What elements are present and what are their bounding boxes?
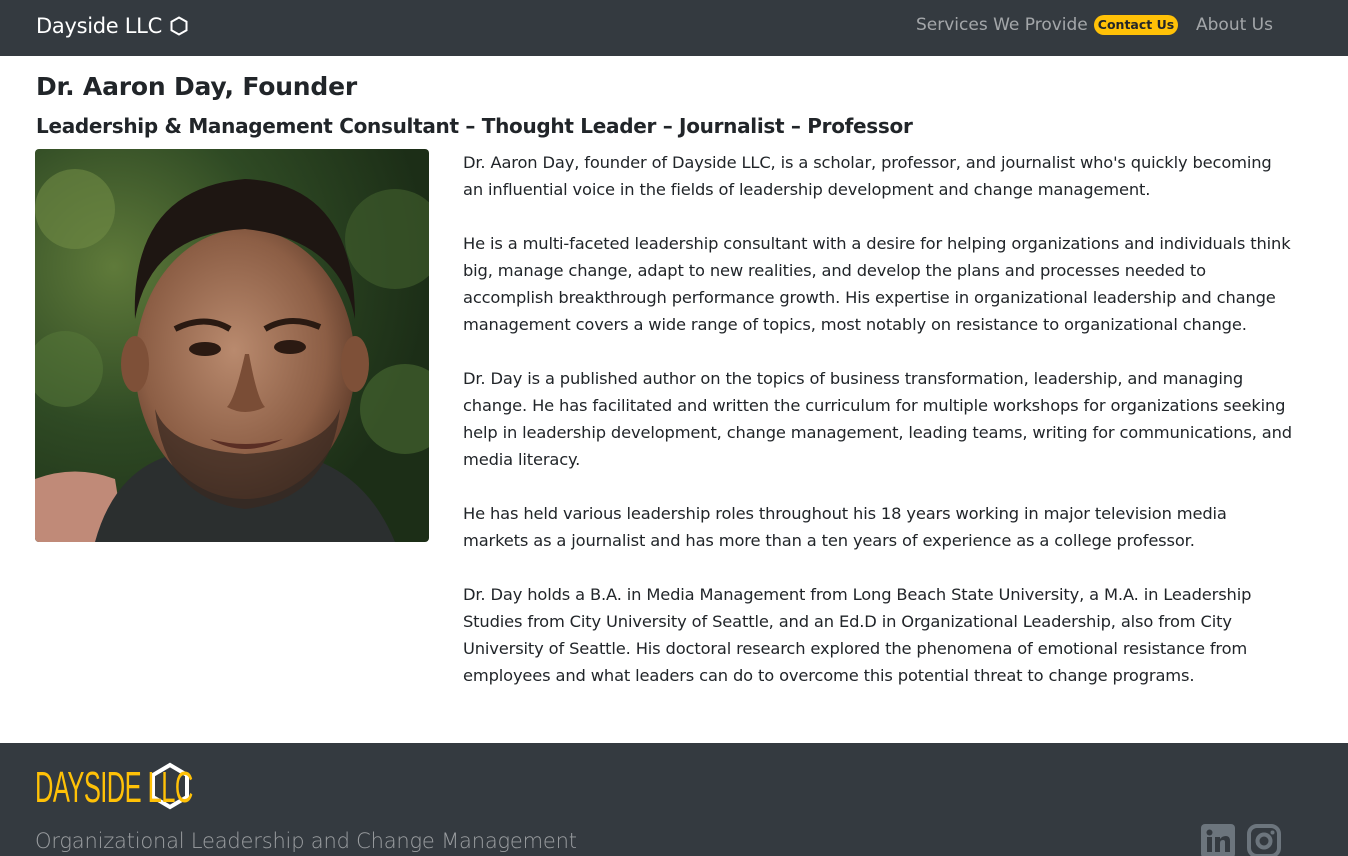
bio-paragraph: He has held various leadership roles thr… (463, 504, 1227, 550)
top-navbar: Dayside LLC Services We Provide Contact … (0, 0, 1348, 56)
bio-paragraph: Dr. Day holds a B.A. in Media Management… (463, 585, 1252, 685)
founder-portrait (35, 149, 429, 542)
bio-paragraph: Dr. Day is a published author on the top… (463, 369, 1292, 469)
bio-paragraph: Dr. Aaron Day, founder of Dayside LLC, i… (463, 153, 1272, 199)
brand-name: Dayside LLC (36, 14, 162, 38)
instagram-icon[interactable] (1247, 824, 1281, 856)
page-subtitle: Leadership & Management Consultant – Tho… (36, 114, 913, 138)
hexagon-icon (170, 16, 188, 36)
founder-bio: Dr. Aaron Day, founder of Dayside LLC, i… (463, 149, 1293, 716)
linkedin-icon[interactable] (1201, 824, 1235, 856)
nav-link-about[interactable]: About Us (1196, 13, 1273, 37)
bio-paragraph: He is a multi-faceted leadership consult… (463, 234, 1291, 334)
nav-button-contact[interactable]: Contact Us (1094, 15, 1178, 35)
brand-link[interactable]: Dayside LLC (36, 12, 188, 40)
footer-logo: DAYSIDE LLC (35, 762, 193, 813)
footer-logo-text: DAYSIDE LLC (35, 763, 193, 812)
nav-link-services[interactable]: Services We Provide (916, 13, 1088, 37)
footer-tagline: Organizational Leadership and Change Man… (35, 829, 577, 853)
page-title: Dr. Aaron Day, Founder (36, 72, 357, 101)
site-footer: DAYSIDE LLC Organizational Leadership an… (0, 743, 1348, 856)
